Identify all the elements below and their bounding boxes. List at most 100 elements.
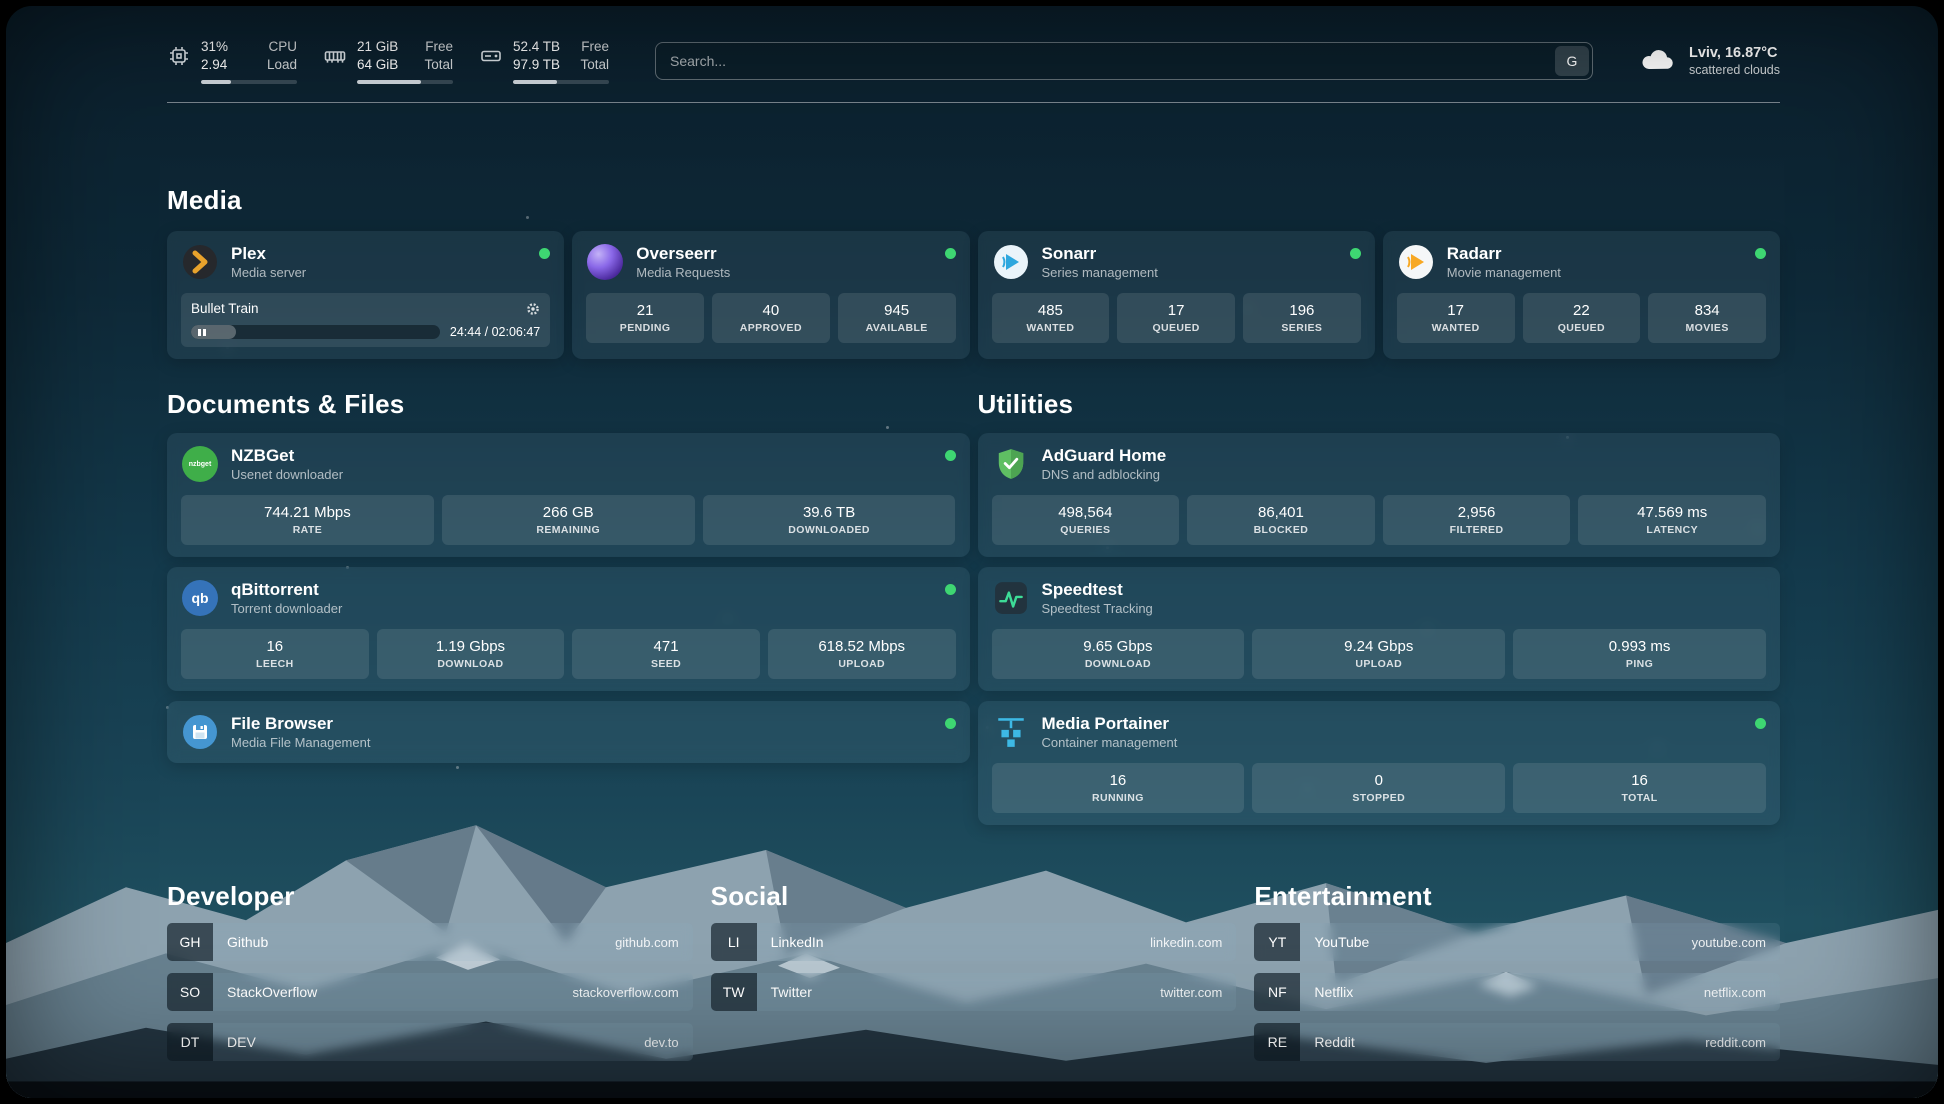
- sonarr-icon: [992, 243, 1030, 281]
- portainer-icon: [992, 713, 1030, 751]
- disk-free-label: Free: [581, 38, 609, 56]
- stat-wanted: 17WANTED: [1397, 293, 1515, 343]
- netflix-abbr: NF: [1254, 973, 1300, 1011]
- radarr-status-dot: [1755, 248, 1766, 259]
- sonarr-card[interactable]: Sonarr Series management 485WANTED 17QUE…: [978, 231, 1375, 359]
- speedtest-card[interactable]: Speedtest Speedtest Tracking 9.65 GbpsDO…: [978, 567, 1781, 691]
- memory-icon: [323, 44, 347, 73]
- disk-icon: [479, 44, 503, 73]
- filebrowser-name: File Browser: [231, 714, 370, 734]
- cpu-usage-label: CPU: [268, 38, 297, 56]
- stat-approved: 40APPROVED: [712, 293, 830, 343]
- cpu-progress-bar: [201, 80, 297, 84]
- bookmark-dev[interactable]: DT DEV dev.to: [167, 1023, 693, 1061]
- stat-running: 16RUNNING: [992, 763, 1245, 813]
- qbittorrent-card[interactable]: qb qBittorrent Torrent downloader 16LEEC…: [167, 567, 970, 691]
- social-group: Social LI LinkedIn linkedin.com TW Twitt…: [711, 881, 1237, 1061]
- portainer-card[interactable]: Media Portainer Container management 16R…: [978, 701, 1781, 825]
- filebrowser-desc: Media File Management: [231, 735, 370, 750]
- entertainment-group: Entertainment YT YouTube youtube.com NF …: [1254, 881, 1780, 1061]
- disk-widget: 52.4 TBFree 97.9 TBTotal: [479, 38, 609, 83]
- stat-stopped: 0STOPPED: [1252, 763, 1505, 813]
- bookmark-youtube[interactable]: YT YouTube youtube.com: [1254, 923, 1780, 961]
- search-bar: G: [655, 42, 1593, 80]
- stat-blocked: 86,401BLOCKED: [1187, 495, 1375, 545]
- adguard-icon: [992, 445, 1030, 483]
- qbittorrent-icon: qb: [181, 579, 219, 617]
- stackoverflow-abbr: SO: [167, 973, 213, 1011]
- adguard-card[interactable]: AdGuard Home DNS and adblocking 498,564Q…: [978, 433, 1781, 557]
- filebrowser-status-dot: [945, 718, 956, 729]
- radarr-card[interactable]: Radarr Movie management 17WANTED 22QUEUE…: [1383, 231, 1780, 359]
- playback-time: 24:44 / 02:06:47: [450, 325, 540, 339]
- section-title-entertainment: Entertainment: [1254, 881, 1780, 911]
- memory-total-label: Total: [424, 56, 453, 74]
- plex-card[interactable]: Plex Media server Bullet Train: [167, 231, 564, 359]
- memory-total: 64 GiB: [357, 56, 398, 74]
- qbittorrent-status-dot: [945, 584, 956, 595]
- stat-rate: 744.21 MbpsRATE: [181, 495, 434, 545]
- weather-widget: Lviv, 16.87°C scattered clouds: [1639, 45, 1780, 78]
- bookmark-stackoverflow[interactable]: SO StackOverflow stackoverflow.com: [167, 973, 693, 1011]
- adguard-desc: DNS and adblocking: [1042, 467, 1167, 482]
- stat-download: 9.65 GbpsDOWNLOAD: [992, 629, 1245, 679]
- stat-leech: 16LEECH: [181, 629, 369, 679]
- memory-progress-bar: [357, 80, 453, 84]
- gear-icon[interactable]: [526, 302, 540, 316]
- developer-group: Developer GH Github github.com SO StackO…: [167, 881, 693, 1061]
- overseerr-desc: Media Requests: [636, 265, 730, 280]
- linkedin-abbr: LI: [711, 923, 757, 961]
- now-playing-title: Bullet Train: [191, 301, 259, 316]
- stat-total: 16TOTAL: [1513, 763, 1766, 813]
- bookmark-reddit[interactable]: RE Reddit reddit.com: [1254, 1023, 1780, 1061]
- filebrowser-card[interactable]: File Browser Media File Management: [167, 701, 970, 763]
- section-title-utilities: Utilities: [978, 389, 1781, 419]
- stat-upload: 618.52 MbpsUPLOAD: [768, 629, 956, 679]
- portainer-desc: Container management: [1042, 735, 1178, 750]
- stat-movies: 834MOVIES: [1648, 293, 1766, 343]
- bookmark-twitter[interactable]: TW Twitter twitter.com: [711, 973, 1237, 1011]
- stat-queries: 498,564QUERIES: [992, 495, 1180, 545]
- cloud-icon: [1639, 45, 1677, 78]
- speedtest-name: Speedtest: [1042, 580, 1153, 600]
- sonarr-status-dot: [1350, 248, 1361, 259]
- weather-location: Lviv, 16.87°C: [1689, 45, 1780, 61]
- bookmark-netflix[interactable]: NF Netflix netflix.com: [1254, 973, 1780, 1011]
- playback-progress-bar[interactable]: [191, 325, 440, 339]
- bookmark-linkedin[interactable]: LI LinkedIn linkedin.com: [711, 923, 1237, 961]
- sonarr-name: Sonarr: [1042, 244, 1158, 264]
- section-title-developer: Developer: [167, 881, 693, 911]
- overseerr-name: Overseerr: [636, 244, 730, 264]
- stat-download: 1.19 GbpsDOWNLOAD: [377, 629, 565, 679]
- portainer-status-dot: [1755, 718, 1766, 729]
- cpu-usage: 31%: [201, 38, 228, 56]
- search-engine-button[interactable]: G: [1555, 46, 1589, 76]
- stat-queued: 17QUEUED: [1117, 293, 1235, 343]
- filebrowser-icon: [181, 713, 219, 751]
- stat-series: 196SERIES: [1243, 293, 1361, 343]
- pause-icon[interactable]: [198, 329, 206, 336]
- stat-upload: 9.24 GbpsUPLOAD: [1252, 629, 1505, 679]
- radarr-desc: Movie management: [1447, 265, 1561, 280]
- top-bar: 31%CPU 2.94Load 21 GiBFree 64 Gi: [167, 36, 1780, 86]
- plex-status-dot: [539, 248, 550, 259]
- plex-name: Plex: [231, 244, 306, 264]
- utilities-column: Utilities AdGuard Home: [978, 389, 1781, 825]
- speedtest-icon: [992, 579, 1030, 617]
- qbittorrent-name: qBittorrent: [231, 580, 342, 600]
- cpu-widget: 31%CPU 2.94Load: [167, 38, 297, 83]
- speedtest-desc: Speedtest Tracking: [1042, 601, 1153, 616]
- stat-filtered: 2,956FILTERED: [1383, 495, 1571, 545]
- search-input[interactable]: [655, 42, 1593, 80]
- section-title-media: Media: [167, 185, 1780, 215]
- reddit-abbr: RE: [1254, 1023, 1300, 1061]
- nzbget-card[interactable]: nzbget NZBGet Usenet downloader 744.21 M…: [167, 433, 970, 557]
- stat-available: 945AVAILABLE: [838, 293, 956, 343]
- github-abbr: GH: [167, 923, 213, 961]
- dev-abbr: DT: [167, 1023, 213, 1061]
- nzbget-name: NZBGet: [231, 446, 343, 466]
- bookmark-github[interactable]: GH Github github.com: [167, 923, 693, 961]
- memory-free: 21 GiB: [357, 38, 398, 56]
- overseerr-card[interactable]: Overseerr Media Requests 21PENDING 40APP…: [572, 231, 969, 359]
- system-metrics: 31%CPU 2.94Load 21 GiBFree 64 Gi: [167, 38, 609, 83]
